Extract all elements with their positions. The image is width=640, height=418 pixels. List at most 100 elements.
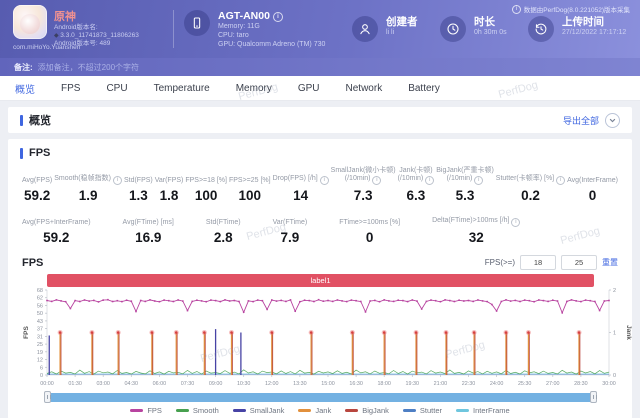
tab-battery[interactable]: Battery bbox=[408, 83, 440, 94]
legend-item-fps[interactable]: FPS bbox=[130, 406, 162, 415]
app-icon bbox=[13, 4, 47, 39]
bigjank-marker bbox=[504, 331, 508, 334]
tab-overview[interactable]: 概览 bbox=[15, 81, 35, 96]
fps-point bbox=[430, 299, 432, 301]
info-icon[interactable] bbox=[319, 176, 329, 185]
reset-button[interactable]: 重置 bbox=[602, 257, 618, 268]
phone-icon bbox=[193, 16, 201, 29]
duration-value: 0h 30m 0s bbox=[474, 29, 507, 36]
app-info-block: 原神 Android版本名: ◆ 3.3.0_11741873_11806263… bbox=[0, 4, 163, 48]
chart-range-slider[interactable] bbox=[44, 391, 597, 403]
upload-circle bbox=[528, 16, 554, 42]
tab-gpu[interactable]: GPU bbox=[298, 83, 320, 94]
legend-swatch bbox=[175, 409, 189, 412]
legend-swatch bbox=[298, 409, 312, 412]
fps-point bbox=[350, 299, 353, 301]
label1-region-banner: label1 bbox=[47, 274, 594, 287]
duration-label: 时长 bbox=[474, 16, 495, 28]
fps-point bbox=[491, 303, 493, 306]
fps-point bbox=[594, 300, 596, 303]
app-info-text: 原神 Android版本名: ◆ 3.3.0_11741873_11806263… bbox=[54, 11, 139, 48]
x-tick-label: 19:30 bbox=[406, 381, 420, 387]
fps-point bbox=[486, 300, 488, 303]
info-icon[interactable] bbox=[372, 176, 382, 185]
fps-point bbox=[341, 300, 343, 302]
header-divider bbox=[173, 10, 174, 48]
legend-item-bigjank[interactable]: BigJank bbox=[345, 406, 389, 415]
metric: Avg(InterFrame) 0 bbox=[567, 176, 618, 204]
metric: Std(FPS) 1.3 bbox=[123, 176, 153, 204]
fps-point bbox=[247, 300, 250, 302]
app-version-name-label: Android版本名: bbox=[54, 23, 98, 31]
x-tick-label: 04:30 bbox=[125, 381, 139, 387]
metric-value: 1.8 bbox=[159, 188, 179, 203]
fps-point bbox=[252, 300, 254, 303]
legend-item-stutter[interactable]: Stutter bbox=[402, 406, 442, 415]
metric-value: 16.9 bbox=[135, 230, 162, 245]
info-icon[interactable] bbox=[425, 176, 435, 185]
fps-point bbox=[219, 300, 222, 303]
info-icon[interactable] bbox=[474, 176, 484, 185]
slider-handle-right[interactable] bbox=[590, 391, 597, 403]
fps-point bbox=[55, 299, 58, 301]
metric-value: 59.2 bbox=[23, 188, 51, 203]
metric-value: 14 bbox=[293, 188, 309, 203]
fps-point bbox=[420, 308, 423, 310]
report-header: 原神 Android版本名: ◆ 3.3.0_11741873_11806263… bbox=[0, 0, 640, 58]
slider-handle-left[interactable] bbox=[44, 391, 51, 403]
bigjank-marker bbox=[527, 331, 530, 334]
bigjank-marker bbox=[577, 331, 581, 334]
metric-value: 7.3 bbox=[353, 188, 373, 203]
fps-point bbox=[214, 299, 217, 302]
bigjank-marker bbox=[309, 331, 313, 334]
tab-memory[interactable]: Memory bbox=[236, 83, 272, 94]
export-all-button[interactable]: 导出全部 bbox=[563, 112, 620, 128]
bigjank-marker bbox=[150, 331, 154, 334]
x-tick-label: 06:00 bbox=[153, 381, 167, 387]
info-icon[interactable] bbox=[112, 176, 122, 185]
y-left-tick-label: 19 bbox=[37, 350, 43, 356]
x-tick-label: 27:00 bbox=[546, 381, 560, 387]
x-tick-label: 00:00 bbox=[40, 381, 54, 387]
fps-point bbox=[556, 300, 559, 302]
info-icon[interactable] bbox=[556, 176, 566, 185]
tab-network[interactable]: Network bbox=[346, 83, 383, 94]
device-info-icon[interactable] bbox=[272, 11, 283, 22]
fps-point bbox=[153, 300, 156, 302]
bigjank-marker bbox=[444, 331, 448, 334]
remark-bar[interactable]: 备注: 添加备注，不超过200个字符 bbox=[0, 58, 640, 76]
legend-item-jank[interactable]: Jank bbox=[298, 406, 331, 415]
fps-point bbox=[271, 299, 273, 301]
fps-threshold-input-2[interactable] bbox=[561, 255, 597, 270]
tab-fps[interactable]: FPS bbox=[61, 83, 80, 94]
fps-point bbox=[294, 310, 296, 312]
fps-chart[interactable]: 0612192531374350566268012FPS Jank00:00 01:… bbox=[20, 288, 636, 392]
metric-value: 0 bbox=[588, 188, 597, 203]
fps-point bbox=[449, 299, 451, 302]
tab-cpu[interactable]: CPU bbox=[106, 83, 127, 94]
metric: Delta(FTime)>100ms [/h]32 bbox=[432, 210, 521, 245]
legend-item-interframe[interactable]: InterFrame bbox=[456, 406, 510, 415]
fps-point bbox=[416, 300, 418, 302]
fps-threshold-input-1[interactable] bbox=[520, 255, 556, 270]
legend-item-smooth[interactable]: Smooth bbox=[175, 406, 219, 415]
fps-point bbox=[303, 299, 306, 301]
fps-point bbox=[566, 300, 568, 303]
fps-point bbox=[224, 299, 226, 301]
info-icon[interactable] bbox=[511, 218, 521, 227]
export-icon-circle[interactable] bbox=[605, 112, 620, 128]
metric: Stutter(卡顿率) [%]0.2 bbox=[496, 168, 566, 203]
fps-point bbox=[542, 299, 545, 302]
legend-item-smalljank[interactable]: SmallJank bbox=[232, 406, 284, 415]
fps-point bbox=[603, 300, 606, 302]
bigjank-marker bbox=[116, 331, 120, 334]
accent-bar bbox=[20, 147, 23, 159]
fps-point bbox=[538, 299, 540, 301]
creator-block: 创建者 li li bbox=[352, 16, 440, 42]
metric: Smooth(稳帧指数)1.9 bbox=[54, 168, 122, 203]
metric: BigJank(严重卡顿)(/10min)5.3 bbox=[436, 167, 494, 204]
fps-point bbox=[233, 299, 236, 302]
fps-point bbox=[425, 300, 428, 303]
tab-temperature[interactable]: Temperature bbox=[154, 83, 210, 94]
fps-point bbox=[266, 308, 268, 311]
